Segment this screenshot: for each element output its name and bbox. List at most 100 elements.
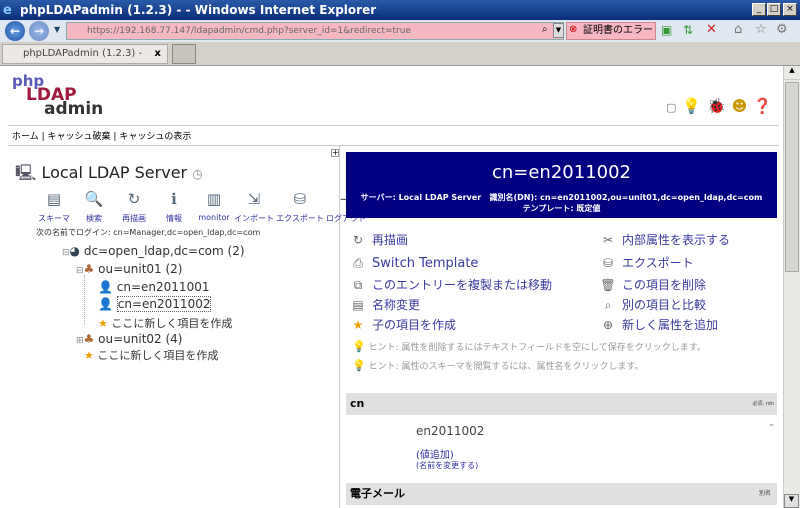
address-dropdown-button[interactable]: ▼ [553,23,564,38]
help-icon[interactable]: ▢ [666,101,682,114]
action-label[interactable]: この項目を削除 [622,278,706,292]
minimize-button[interactable]: _ [752,3,766,16]
server-name[interactable]: Local LDAP Server [41,163,187,182]
donate-smiley-icon[interactable]: ☻ [732,97,754,115]
add-attribute-action[interactable]: ⊕ 新しく属性を追加 [600,316,730,334]
action-label[interactable]: このエントリーを複製または移動 [372,278,552,292]
action-label[interactable]: 名称変更 [372,298,420,312]
expand-panel-icon[interactable]: + [331,149,339,157]
switch-template-icon: ⎙ [353,256,363,270]
tree-root-label[interactable]: dc=open_ldap,dc=com (2) [84,244,245,258]
address-bar[interactable]: https://192.168.77.147/ldapadmin/cmd.php… [66,22,564,40]
search-icon[interactable]: ⌕ [542,24,548,35]
collapse-icon[interactable]: ⊟ [62,248,70,258]
attribute-name[interactable]: cn [350,397,364,410]
tree-entry[interactable]: 👤 cn=en2011001 [98,280,209,294]
tree-ou-unit01[interactable]: ⊟♣ ou=unit01 (2) [76,262,182,276]
export-action[interactable]: ⛁ エクスポート [600,254,730,272]
tools-icon: ✂ [602,233,614,247]
collapse-icon[interactable]: ⊟ [76,266,84,276]
tree-entry-label[interactable]: cn=en2011001 [117,280,210,294]
phpldapadmin-logo[interactable]: php LDAP admin [12,74,103,118]
close-tab-icon[interactable]: x [155,45,161,63]
action-label[interactable]: 再描画 [372,233,408,247]
rename-link[interactable]: (名前を変更する) [416,460,478,471]
add-value-link[interactable]: (値追加) [416,446,454,461]
expand-icon[interactable]: ⊞ [76,336,84,346]
nav-separator: | [41,132,45,142]
tool-refresh[interactable]: ↻ 再描画 [114,190,154,224]
tree-entry-label[interactable]: cn=en2011002 [116,296,212,312]
action-label[interactable]: エクスポート [622,256,694,270]
forward-button[interactable]: → [29,21,49,41]
show-internal-attrs-action[interactable]: ✂ 内部属性を表示する [600,231,730,249]
stop-icon[interactable]: ✕ [706,22,717,37]
tab-phpldapadmin[interactable]: phpLDAPadmin (1.2.3) - x [2,44,168,64]
create-entry-label[interactable]: ここに新しく項目を作成 [97,349,218,362]
action-label[interactable]: Switch Template [372,256,478,271]
action-label[interactable]: 別の項目と比較 [622,298,706,312]
scroll-down-icon[interactable]: ▼ [784,494,799,508]
tree-root[interactable]: ⊟◕ dc=open_ldap,dc=com (2) [62,244,245,258]
close-window-button[interactable]: × [783,3,797,16]
rename-icon: ▤ [352,298,364,312]
tool-export[interactable]: ⛁ エクスポート [274,190,326,224]
create-child-action[interactable]: ★ 子の項目を作成 [350,316,552,334]
rename-action[interactable]: ▤ 名称変更 [350,296,552,314]
url-text: https://192.168.77.147/ldapadmin/cmd.php… [87,26,411,36]
maximize-button[interactable]: □ [767,3,781,16]
cn-value-field[interactable]: en2011002 [416,422,706,440]
switch-template-action[interactable]: ⎙ Switch Template [350,254,552,272]
back-button[interactable]: ← [5,21,25,41]
reload-icon[interactable]: ⇅ [683,23,693,37]
action-label[interactable]: 子の項目を作成 [372,318,456,332]
entry-header: cn=en2011002 サーバー: Local LDAP Server 識別名… [346,152,777,218]
tool-info[interactable]: ℹ 情報 [154,190,194,224]
favorites-star-icon[interactable]: ☆ [755,22,767,37]
home-icon[interactable]: ⌂ [734,22,742,37]
refresh-action[interactable]: ↻ 再描画 [350,231,552,249]
new-tab-button[interactable] [172,44,196,64]
user-icon: 👤 [98,297,113,311]
tree-create-entry[interactable]: ★ ここに新しく項目を作成 [84,347,218,363]
add-attribute-icon: ⊕ [602,318,614,332]
server-heading: 🖳 Local LDAP Server ◷ [15,162,203,189]
group-icon: ♣ [83,332,95,346]
create-entry-label[interactable]: ここに新しく項目を作成 [111,317,232,330]
scroll-up-icon[interactable]: ▲ [784,66,800,80]
copy-move-action[interactable]: ⧉ このエントリーを複製または移動 [350,276,552,294]
compare-action[interactable]: ⌕ 別の項目と比較 [600,296,730,314]
tree-ou-label[interactable]: ou=unit01 (2) [98,262,182,276]
tree-ou-unit02[interactable]: ⊞♣ ou=unit02 (4) [76,332,182,346]
attribute-note: 別名 [758,490,771,497]
tree-create-entry[interactable]: ★ ここに新しく項目を作成 [98,315,232,331]
scrollbar-thumb[interactable] [785,82,799,272]
tree-ou-label[interactable]: ou=unit02 (4) [98,332,182,346]
nav-purge-cache[interactable]: キャッシュ破棄 [48,132,111,142]
star-icon: ★ [98,317,108,330]
refresh-icon: ↻ [127,190,141,208]
bug-report-icon[interactable]: 🐞 [707,97,732,115]
compare-search-icon: ⌕ [604,298,612,312]
nav-home[interactable]: ホーム [12,132,39,142]
settings-gear-icon[interactable]: ⚙ [776,22,788,37]
documentation-icon[interactable]: ❓ [753,97,778,115]
action-label[interactable]: 内部属性を表示する [622,233,730,247]
vertical-scrollbar[interactable]: ▲ ▼ [783,66,800,508]
nav-show-cache[interactable]: キャッシュの表示 [119,132,191,142]
action-label[interactable]: 新しく属性を追加 [622,318,718,332]
tool-schema[interactable]: ▤ スキーマ [34,190,74,224]
history-dropdown-icon[interactable]: ▼ [54,25,60,34]
login-dn: cn=Manager,dc=open_ldap,dc=com [113,228,261,237]
star-icon: ★ [352,318,364,332]
compatibility-view-icon[interactable]: ▣ [661,23,672,37]
delete-action[interactable]: 🗑 この項目を削除 [600,276,730,294]
idea-bulb-icon[interactable]: 💡 [682,97,707,115]
tree-entry-selected[interactable]: 👤 cn=en2011002 [98,296,212,312]
hint-delete: 💡 ヒント: 属性を削除するにはテキストフィールドを空にして保存をクリックします… [352,340,706,353]
tool-import[interactable]: ⇲ インポート [234,190,274,224]
tool-search[interactable]: 🔍 検索 [74,190,114,224]
tool-monitor[interactable]: ▥ monitor [194,190,234,224]
certificate-error-button[interactable]: 証明書のエラー [566,22,656,40]
attribute-name[interactable]: 電子メール [350,487,405,500]
